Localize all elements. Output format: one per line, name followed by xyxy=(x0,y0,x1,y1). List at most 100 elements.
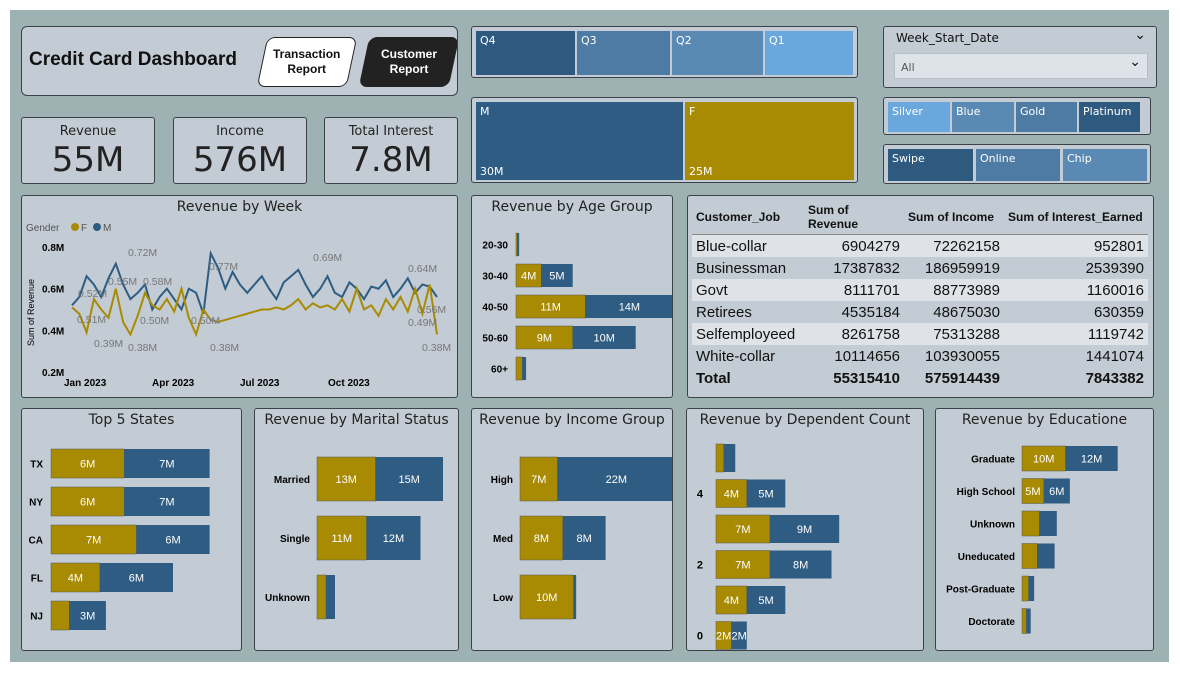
table-cell: Blue-collar xyxy=(696,237,767,255)
marital-card: Revenue by Marital Status Married 13M 15M S… xyxy=(254,408,459,651)
bar-m[interactable] xyxy=(1028,576,1035,601)
bar-f[interactable] xyxy=(1021,510,1040,537)
data-label: 0.50M xyxy=(140,315,169,327)
customer-report-button[interactable]: Customer Report xyxy=(358,37,457,87)
bar-f[interactable] xyxy=(515,232,518,257)
category-label: Doctorate xyxy=(968,617,1015,628)
category-label: 2 xyxy=(697,560,703,572)
table-cell: 1441074 xyxy=(1085,347,1144,365)
col-header[interactable]: Sum of Income xyxy=(904,200,1004,235)
table-row[interactable]: Selfemployeed 8261758 75313288 1119742 xyxy=(692,323,1148,345)
bar-label-m: 7M xyxy=(159,497,174,509)
week-filter-dropdown[interactable]: All ⌄ xyxy=(894,53,1148,79)
bar-f[interactable] xyxy=(316,574,327,620)
bar-f[interactable] xyxy=(1021,608,1027,634)
bar-label-f: 4M xyxy=(521,271,536,283)
quarter-q1-label: Q1 xyxy=(769,34,785,47)
bar-m[interactable] xyxy=(573,575,577,619)
bar-label-m: 22M xyxy=(606,474,627,486)
bar-m[interactable] xyxy=(1039,511,1057,536)
bar-label-m: 2M xyxy=(731,631,746,643)
bar-label-f: 7M xyxy=(531,474,546,486)
chip-type-chip[interactable]: Chip xyxy=(1063,149,1148,181)
bar-m[interactable] xyxy=(723,444,736,472)
category-label: Post-Graduate xyxy=(946,585,1015,596)
bar-f[interactable] xyxy=(1021,575,1029,602)
chip-type-online-label: Online xyxy=(980,152,1016,165)
data-label: 0.39M xyxy=(94,338,123,350)
table-row[interactable]: Total 55315410 575914439 7843382 xyxy=(692,367,1148,389)
bar-f[interactable] xyxy=(715,443,724,473)
category-label: 20-30 xyxy=(482,241,508,252)
category-label: High School xyxy=(957,487,1016,498)
bar-label-m: 15M xyxy=(399,474,420,486)
table-row[interactable]: White-collar 10114656 103930055 1441074 xyxy=(692,345,1148,367)
category-label: FL xyxy=(31,574,43,585)
kpi-value: 7.8M xyxy=(349,140,433,180)
legend-f-label: F xyxy=(81,223,87,234)
dashboard-canvas: Credit Card Dashboard Transaction Report… xyxy=(10,10,1169,662)
data-label: 0.49M xyxy=(408,317,437,329)
header-card: Credit Card Dashboard Transaction Report… xyxy=(21,26,458,96)
table-cell: 186959919 xyxy=(924,259,1000,277)
bar-label-m: 8M xyxy=(577,533,592,545)
bar-f[interactable] xyxy=(515,356,523,381)
table-cell: 10114656 xyxy=(834,347,900,365)
revenue-by-week-card: Revenue by Week Gender F M 0.2M 0.4M 0.6M 0.8M… xyxy=(21,195,458,398)
col-header[interactable]: Customer_Job xyxy=(692,200,804,235)
y-tick-label: 0.4M xyxy=(42,326,64,337)
chevron-down-icon[interactable]: ⌄ xyxy=(1134,27,1146,43)
bar-f[interactable] xyxy=(1021,543,1038,569)
category-label: NJ xyxy=(30,612,43,623)
chip-type-swipe[interactable]: Swipe xyxy=(888,149,974,181)
bar-m[interactable] xyxy=(1037,543,1055,569)
quarter-q4[interactable]: Q4 xyxy=(476,31,576,75)
category-label: 60+ xyxy=(491,365,508,376)
quarter-q3[interactable]: Q3 xyxy=(577,31,671,75)
bar-label-m: 5M xyxy=(549,271,564,283)
quarter-q2[interactable]: Q2 xyxy=(672,31,764,75)
treemap-m-label: M xyxy=(480,105,490,118)
bar-label-m: 5M xyxy=(758,489,773,501)
table-row[interactable]: Govt 8111701 88773989 1160016 xyxy=(692,279,1148,301)
treemap-m-value: 30M xyxy=(480,165,504,178)
table-row[interactable]: Businessman 17387832 186959919 2539390 xyxy=(692,257,1148,279)
data-label: 0.38M xyxy=(210,342,239,354)
legend-title: Gender xyxy=(26,223,60,234)
bar-label-m: 10M xyxy=(593,333,614,345)
card-type-gold[interactable]: Gold xyxy=(1016,102,1078,132)
bar-m[interactable] xyxy=(522,357,527,380)
data-label: 0.51M xyxy=(77,314,106,326)
category-label: 50-60 xyxy=(482,334,508,345)
bar-label-f: 7M xyxy=(735,524,750,536)
treemap-f[interactable]: F 25M xyxy=(685,102,855,180)
card-type-silver[interactable]: Silver xyxy=(888,102,951,132)
treemap-m[interactable]: M 30M xyxy=(476,102,684,180)
category-label: Uneducated xyxy=(958,552,1015,563)
quarter-q1[interactable]: Q1 xyxy=(765,31,854,75)
kpi-value: 576M xyxy=(192,140,288,180)
category-label: Married xyxy=(274,475,310,486)
card-type-blue[interactable]: Blue xyxy=(952,102,1015,132)
table-row[interactable]: Retirees 4535184 48675030 630359 xyxy=(692,301,1148,323)
card-type-platinum[interactable]: Platinum xyxy=(1079,102,1141,132)
col-header[interactable]: Sum of Interest_Earned xyxy=(1004,200,1148,235)
table-cell: Govt xyxy=(696,281,728,299)
table-cell: 8261758 xyxy=(841,325,900,343)
transaction-report-button[interactable]: Transaction Report xyxy=(256,37,358,87)
bar-m[interactable] xyxy=(326,575,335,619)
kpi-label: Income xyxy=(216,124,264,139)
gender-treemap: M 30M F 25M xyxy=(471,97,858,183)
table-row[interactable]: Blue-collar 6904279 72262158 952801 xyxy=(692,234,1148,257)
chevron-down-icon: ⌄ xyxy=(1129,54,1141,70)
bar-f[interactable] xyxy=(50,600,70,631)
chip-type-online[interactable]: Online xyxy=(976,149,1061,181)
page-title: Credit Card Dashboard xyxy=(29,49,237,70)
data-label: 0.38M xyxy=(422,342,451,354)
revenue-by-age-card: Revenue by Age Group 20-30 30-40 4M 5M 40-50… xyxy=(471,195,673,398)
bar-m[interactable] xyxy=(1026,608,1031,634)
col-header[interactable]: Sum of Revenue xyxy=(804,200,904,235)
bar-m[interactable] xyxy=(517,233,520,256)
table-cell: White-collar xyxy=(696,347,776,365)
table-cell: 103930055 xyxy=(924,347,1000,365)
